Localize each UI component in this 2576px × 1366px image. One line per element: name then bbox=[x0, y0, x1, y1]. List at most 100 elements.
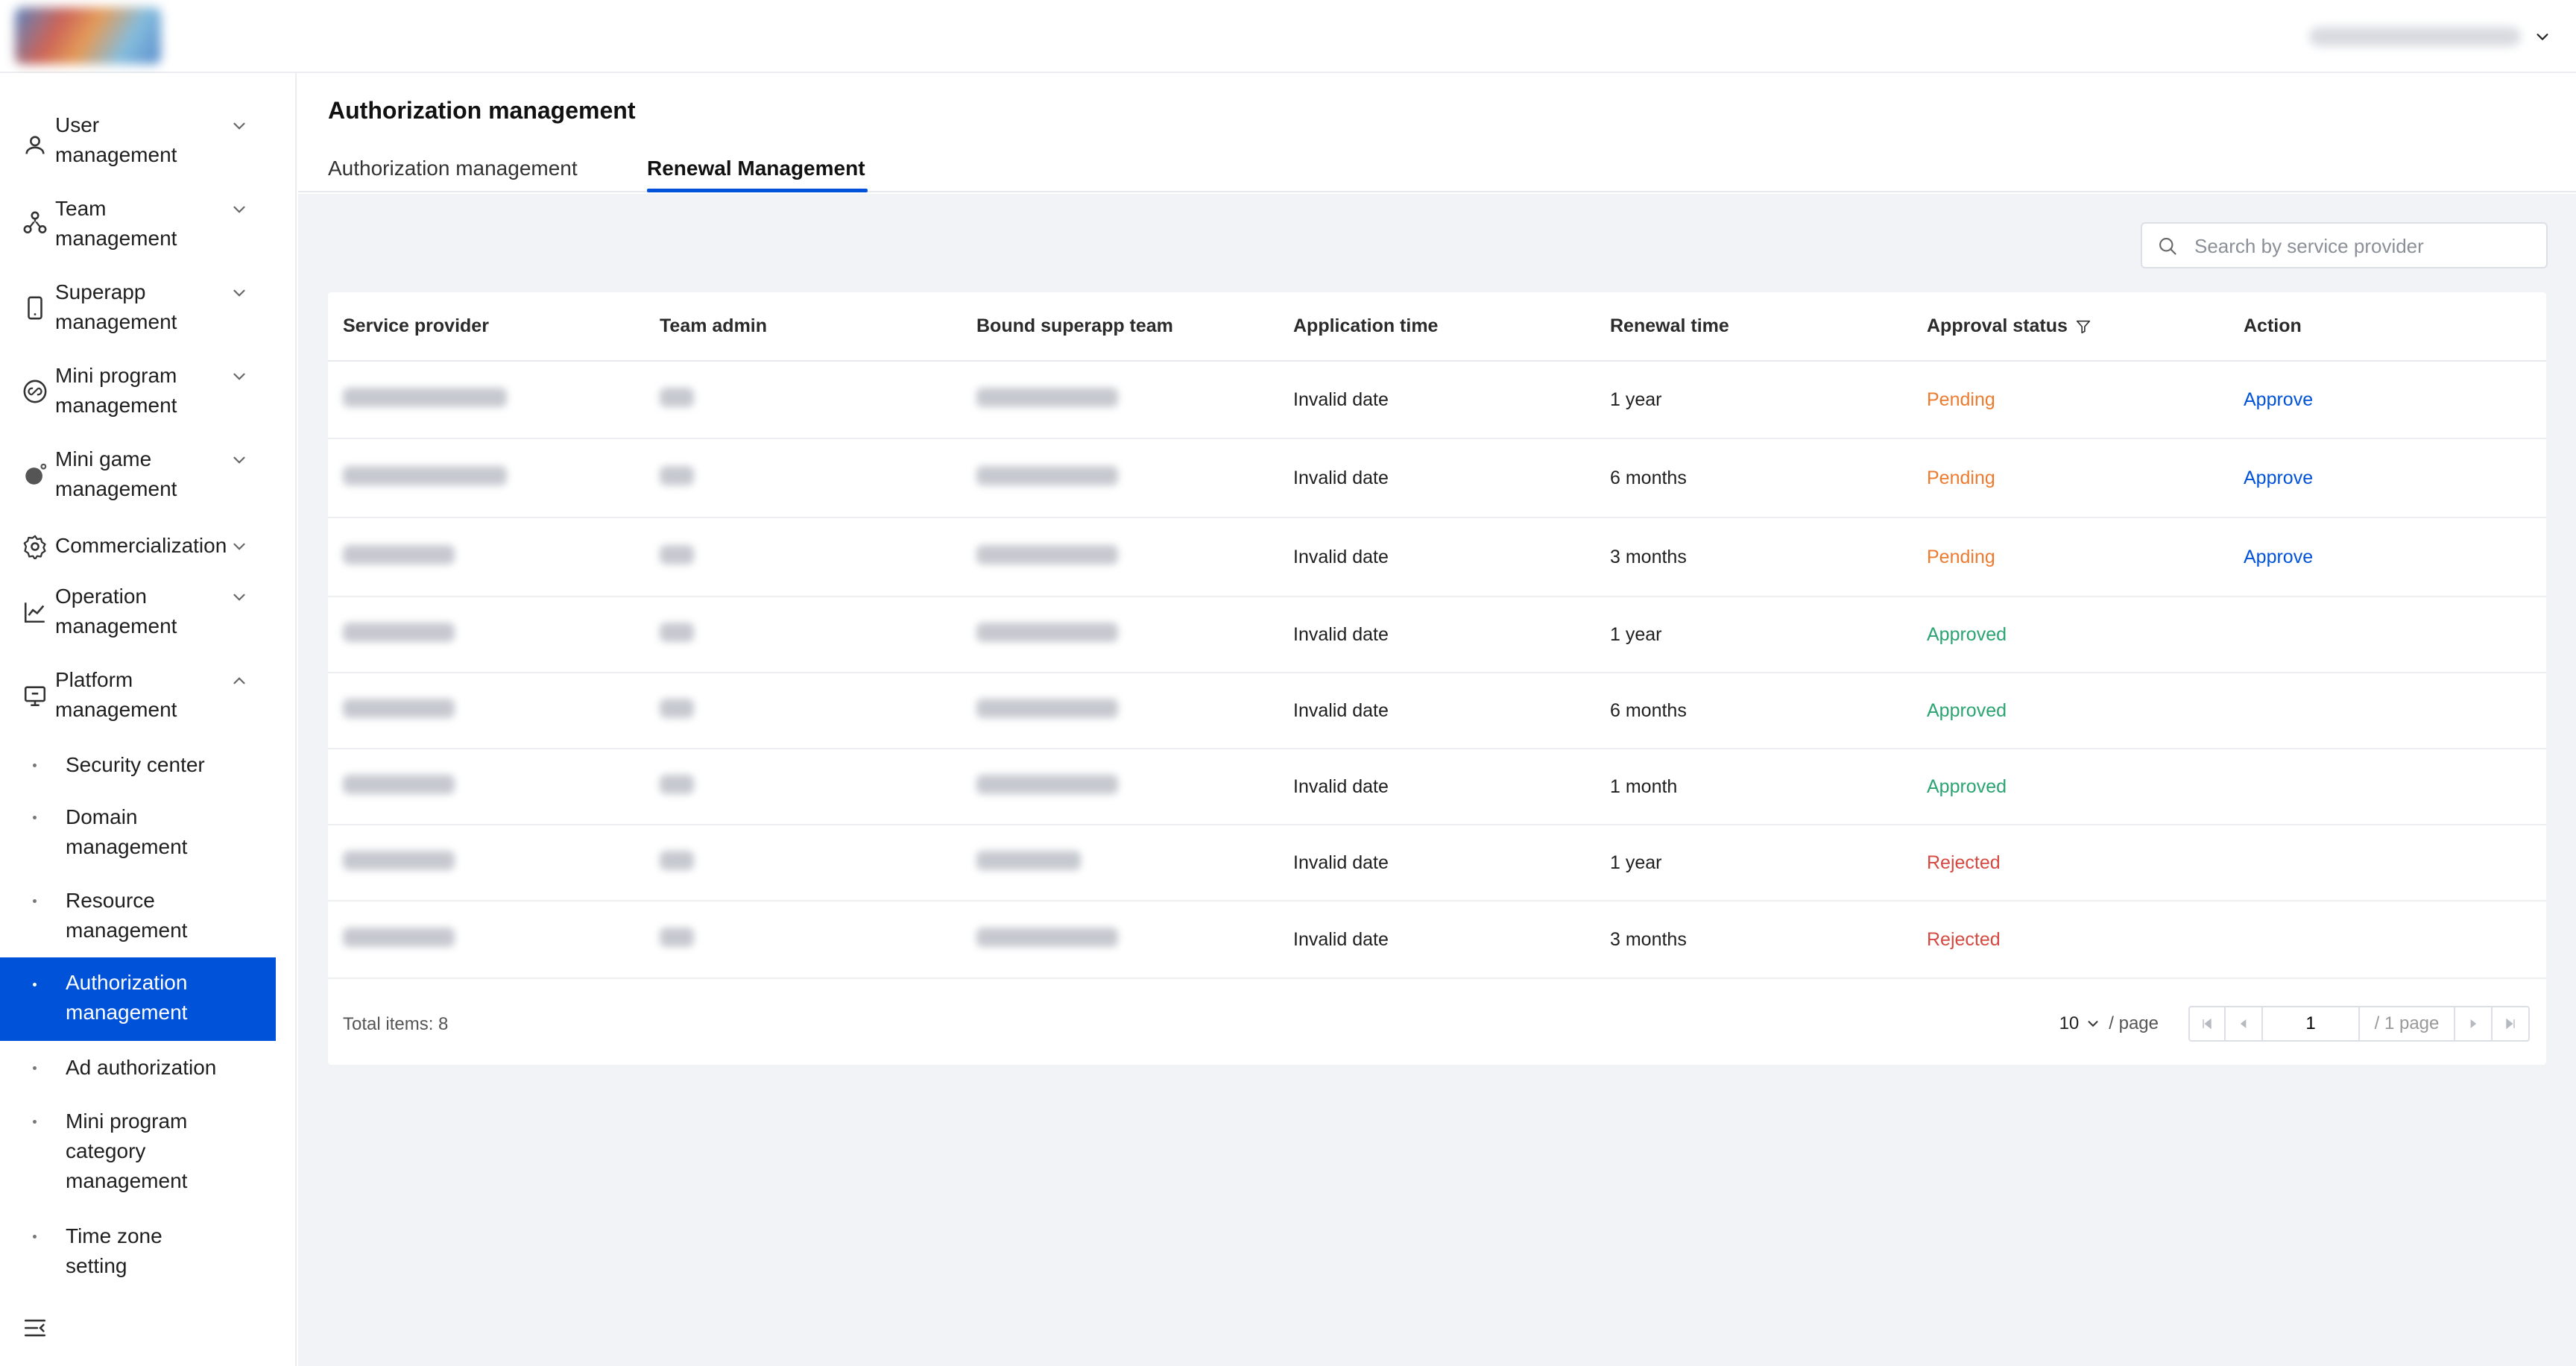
total-pages: / 1 page bbox=[2358, 1006, 2455, 1042]
sidebar-item-operation-management[interactable]: Operation management bbox=[0, 582, 276, 650]
sidebar-subitem-authorization-management[interactable]: Authorization management bbox=[0, 957, 276, 1041]
search-icon bbox=[2159, 238, 2176, 255]
search-box[interactable] bbox=[2141, 222, 2548, 268]
cell-renewal-time: 1 year bbox=[1595, 361, 1912, 439]
filter-icon[interactable] bbox=[2075, 318, 2092, 335]
redacted-text bbox=[343, 850, 455, 870]
sidebar-subitem-domain-management[interactable]: Domain management bbox=[0, 799, 276, 868]
page-number-input[interactable] bbox=[2263, 1006, 2358, 1042]
sidebar-item-label: Mini game management bbox=[55, 447, 177, 500]
column-header-label: Approval status bbox=[1927, 315, 2068, 336]
sidebar-item-mini-game-management[interactable]: Mini game management bbox=[0, 444, 276, 513]
first-page-button[interactable] bbox=[2188, 1006, 2226, 1042]
chevron-down-icon[interactable] bbox=[2534, 28, 2551, 45]
cell-application-time: Invalid date bbox=[1278, 825, 1595, 901]
redacted-text bbox=[976, 622, 1118, 642]
cell-approval-status: Pending bbox=[1912, 517, 2229, 597]
cell-service-provider bbox=[328, 749, 645, 825]
search-input[interactable] bbox=[2194, 230, 2537, 262]
status-badge: Rejected bbox=[1927, 928, 2001, 950]
sidebar-subitem-ad-authorization[interactable]: Ad authorization bbox=[0, 1050, 276, 1087]
sidebar-subitem-security-center[interactable]: Security center bbox=[0, 747, 276, 784]
gear-icon bbox=[23, 535, 46, 559]
redacted-text bbox=[976, 544, 1118, 564]
cell-action bbox=[2229, 749, 2546, 825]
sidebar-subitem-label: Security center bbox=[66, 753, 205, 776]
approve-link[interactable]: Approve bbox=[2244, 468, 2313, 488]
last-page-button[interactable] bbox=[2493, 1006, 2530, 1042]
cell-approval-status: Rejected bbox=[1912, 901, 2229, 979]
approve-link[interactable]: Approve bbox=[2244, 389, 2313, 410]
page-size-value: 10 bbox=[2059, 1013, 2080, 1033]
redacted-text bbox=[660, 850, 694, 870]
cell-service-provider bbox=[328, 673, 645, 749]
tab-renewal-management[interactable]: Renewal Management bbox=[647, 157, 865, 180]
sidebar-subitem-time-zone-setting[interactable]: Time zone setting bbox=[0, 1218, 276, 1287]
sidebar-item-commercialization[interactable]: Commercialization bbox=[0, 528, 276, 565]
user-menu[interactable] bbox=[2309, 21, 2551, 52]
menu-fold-icon[interactable] bbox=[22, 1315, 48, 1341]
sidebar-item-superapp-management[interactable]: Superapp management bbox=[0, 277, 276, 346]
cell-approval-status: Rejected bbox=[1912, 825, 2229, 901]
bullet-dot bbox=[33, 764, 37, 767]
chevron-down-icon bbox=[233, 289, 245, 297]
user-name-blurred[interactable] bbox=[2309, 27, 2521, 46]
cell-action: Approve bbox=[2229, 361, 2546, 439]
chevron-down-icon bbox=[233, 456, 245, 464]
sidebar-subitem-label: Domain management bbox=[66, 805, 188, 858]
total-items: Total items: 8 bbox=[343, 1014, 449, 1034]
redacted-text bbox=[976, 774, 1118, 794]
cell-service-provider bbox=[328, 901, 645, 979]
redacted-text bbox=[660, 465, 694, 485]
bullet-dot bbox=[33, 816, 37, 819]
status-badge: Pending bbox=[1927, 546, 1995, 567]
sidebar-item-label: Superapp management bbox=[55, 280, 177, 333]
sidebar-item-platform-management[interactable]: Platform management bbox=[0, 665, 276, 734]
prev-page-icon bbox=[2240, 1019, 2247, 1028]
sidebar-subitem-resource-management[interactable]: Resource management bbox=[0, 883, 276, 951]
cell-bound-superapp-team bbox=[962, 517, 1278, 597]
cell-bound-superapp-team bbox=[962, 749, 1278, 825]
next-page-button[interactable] bbox=[2455, 1006, 2493, 1042]
first-page-icon bbox=[2203, 1018, 2212, 1030]
cell-renewal-time: 3 months bbox=[1595, 901, 1912, 979]
cell-team-admin bbox=[645, 597, 962, 673]
page-size-select[interactable]: 10 bbox=[2059, 1013, 2102, 1034]
cell-bound-superapp-team bbox=[962, 825, 1278, 901]
table-header-row: Service provider Team admin Bound supera… bbox=[328, 292, 2546, 362]
cell-action bbox=[2229, 901, 2546, 979]
sidebar-item-mini-program-management[interactable]: Mini program management bbox=[0, 361, 276, 429]
sidebar-subitem-mini-program-category-management[interactable]: Mini program category management bbox=[0, 1104, 276, 1200]
redacted-text bbox=[660, 387, 694, 407]
redacted-text bbox=[343, 927, 455, 947]
tab-authorization-management[interactable]: Authorization management bbox=[328, 157, 578, 180]
page-title: Authorization management bbox=[328, 97, 636, 124]
sidebar-item-team-management[interactable]: Team management bbox=[0, 194, 276, 262]
sidebar-item-label: Mini program management bbox=[55, 364, 177, 417]
team-icon bbox=[23, 211, 47, 234]
page-header: Authorization management Authorization m… bbox=[298, 75, 2576, 192]
cell-team-admin bbox=[645, 361, 962, 439]
prev-page-button[interactable] bbox=[2226, 1006, 2263, 1042]
status-badge: Approved bbox=[1927, 775, 2007, 797]
sidebar: User management Team management Superapp ma… bbox=[0, 73, 297, 1366]
sidebar-item-user-management[interactable]: User management bbox=[0, 110, 276, 179]
cell-service-provider bbox=[328, 361, 645, 439]
renewal-table: Service provider Team admin Bound supera… bbox=[328, 292, 2546, 979]
approve-link[interactable]: Approve bbox=[2244, 547, 2313, 567]
pagination: 10 / page / 1 page bbox=[2059, 1005, 2530, 1042]
cell-service-provider bbox=[328, 517, 645, 597]
bullet-dot bbox=[33, 1066, 37, 1070]
cell-approval-status: Approved bbox=[1912, 673, 2229, 749]
cell-renewal-time: 6 months bbox=[1595, 673, 1912, 749]
cell-application-time: Invalid date bbox=[1278, 673, 1595, 749]
cell-action: Approve bbox=[2229, 517, 2546, 597]
cell-bound-superapp-team bbox=[962, 438, 1278, 518]
cell-action: Approve bbox=[2229, 438, 2546, 518]
redacted-text bbox=[660, 622, 694, 642]
cell-team-admin bbox=[645, 749, 962, 825]
cell-team-admin bbox=[645, 438, 962, 518]
app-logo[interactable] bbox=[15, 7, 161, 64]
sidebar-subitem-label: Ad authorization bbox=[66, 1056, 217, 1079]
table-footer: Total items: 8 10 / page / 1 page bbox=[328, 983, 2546, 1065]
